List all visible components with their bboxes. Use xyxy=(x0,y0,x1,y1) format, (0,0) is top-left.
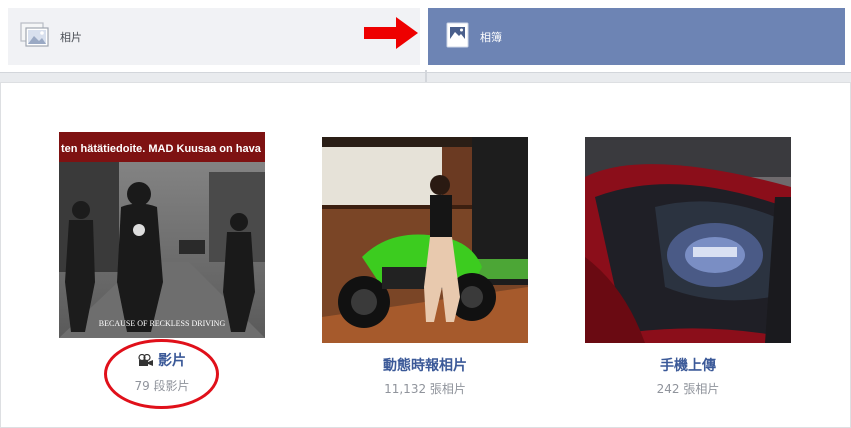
tab-albums[interactable]: 相簿 xyxy=(428,8,845,65)
annotation-circle xyxy=(104,339,219,409)
tab-bar: 相片 相簿 xyxy=(0,0,851,82)
album-title-mobile-uploads[interactable]: 手機上傳 xyxy=(585,357,791,375)
video-overlay-text: ten hätätiedoite. MAD Kuusaa on hava xyxy=(61,143,262,155)
video-caption-text: BECAUSE OF RECKLESS DRIVING xyxy=(99,319,226,328)
album-thumbnail-timeline-photos[interactable] xyxy=(322,137,528,343)
album-tile-timeline-photos[interactable]: 動態時報相片 11,132 張相片 xyxy=(322,137,528,397)
album-title-timeline-photos[interactable]: 動態時報相片 xyxy=(322,357,528,375)
album-count-mobile-uploads: 242 張相片 xyxy=(656,382,720,396)
tab-divider xyxy=(425,70,427,82)
album-icon xyxy=(446,22,470,52)
tab-photos[interactable]: 相片 xyxy=(8,8,420,65)
album-thumbnail-mobile-uploads[interactable] xyxy=(585,137,791,343)
tab-photos-label: 相片 xyxy=(60,30,82,44)
album-thumbnail-videos[interactable]: ten hätätiedoite. MAD Kuusaa on hava BEC… xyxy=(59,132,265,338)
tab-albums-label: 相簿 xyxy=(480,30,502,44)
red-arrow xyxy=(364,17,418,49)
album-tile-mobile-uploads[interactable]: 手機上傳 242 張相片 xyxy=(585,137,791,397)
album-count-timeline-photos: 11,132 張相片 xyxy=(384,382,466,396)
photo-stack-icon xyxy=(20,21,50,52)
